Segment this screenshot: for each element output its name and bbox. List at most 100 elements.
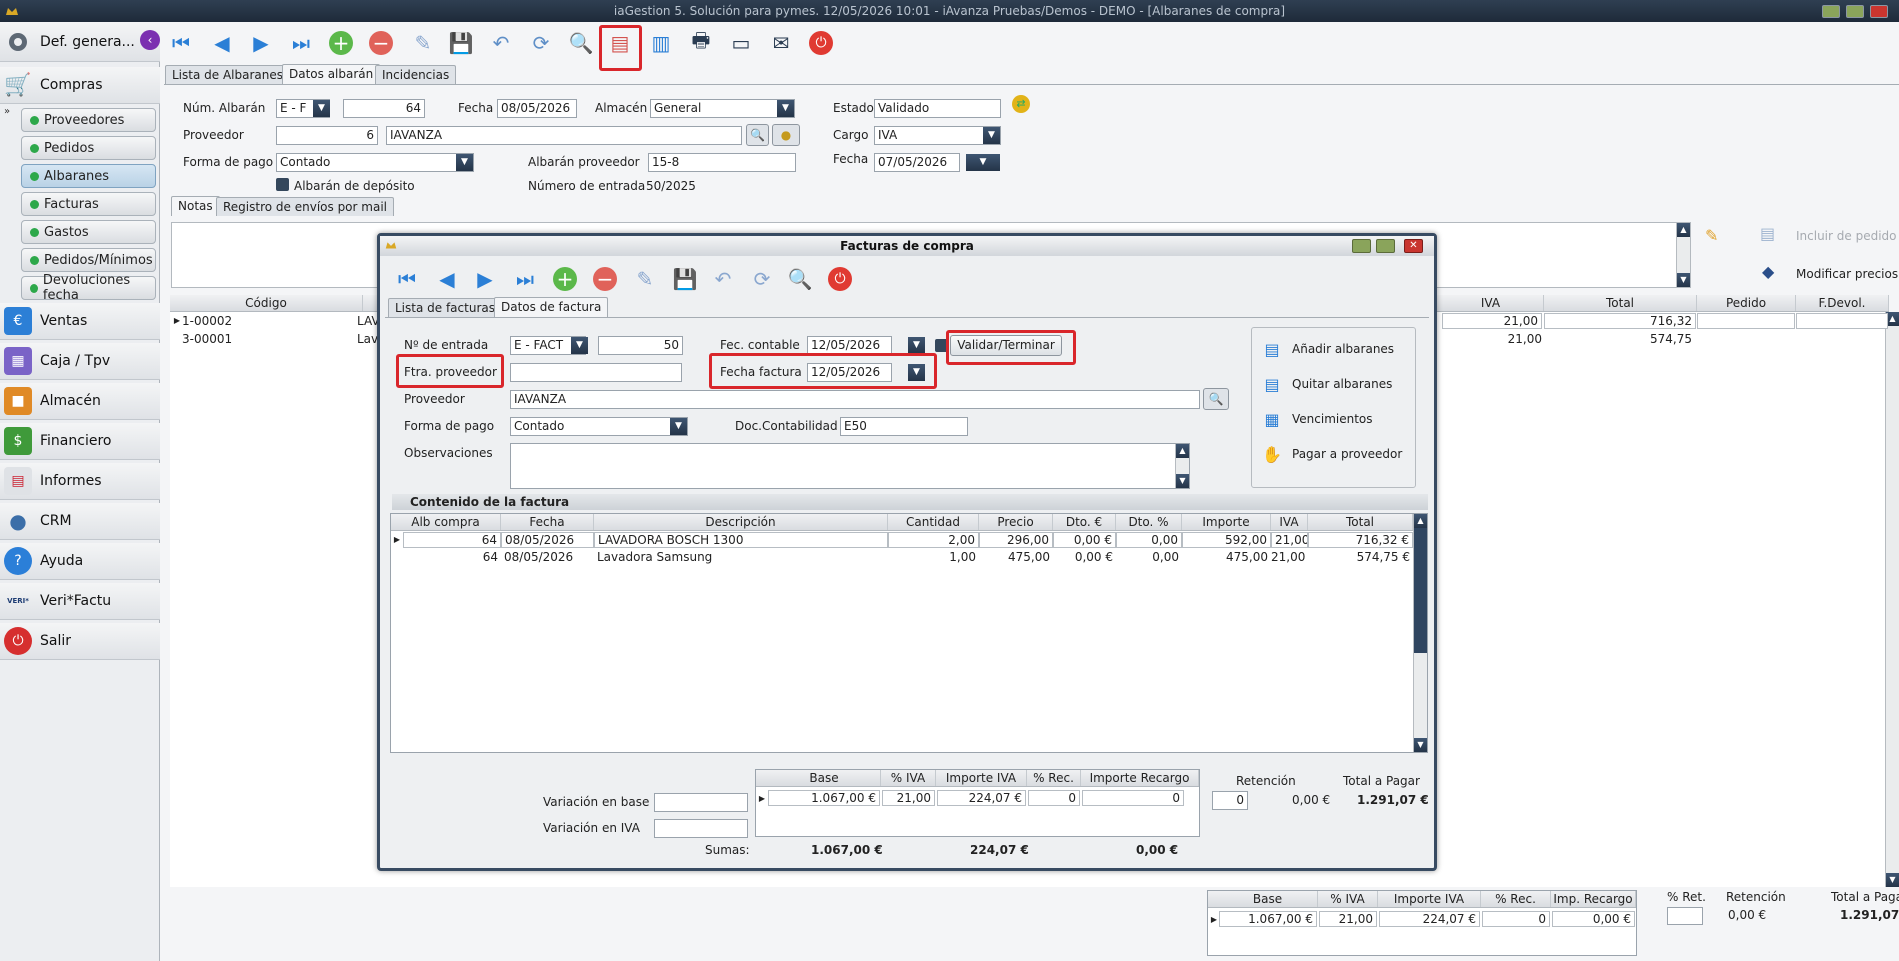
sidebar-item-almacen[interactable]: ■ Almacén [0, 383, 160, 420]
anadir-albaranes-button[interactable]: ▤ Añadir albaranes [1260, 334, 1394, 364]
albaran-deposito-checkbox[interactable] [276, 178, 289, 191]
sync-icon[interactable]: ⇄ [1012, 95, 1030, 113]
ftra-proveedor-field[interactable] [510, 363, 682, 382]
cargo-select[interactable]: IVA [874, 126, 1001, 145]
first-record-button[interactable]: ⏮ [392, 264, 422, 294]
refresh-button[interactable]: ⟳ [747, 264, 777, 294]
refresh-button[interactable]: ⟳ [526, 28, 556, 58]
close-module-button[interactable]: ⏻ [806, 28, 836, 58]
maximize-icon[interactable] [1846, 5, 1864, 18]
search-person-icon[interactable]: ● [772, 124, 800, 146]
chevron-down-icon[interactable]: ▼ [983, 127, 1000, 144]
table-row[interactable]: ▶ 64 08/05/2026 LAVADORA BOSCH 1300 2,00… [391, 532, 1413, 548]
sidebar-item-def-general[interactable]: Def. genera... [0, 22, 160, 62]
delete-button[interactable]: − [590, 264, 620, 294]
sidebar-item-gastos[interactable]: Gastos [21, 220, 156, 244]
fecha2-field[interactable]: 07/05/2026 [874, 153, 960, 172]
chevron-down-icon[interactable]: ▼ [966, 154, 1000, 171]
pencil-icon[interactable]: ✎ [1705, 226, 1718, 245]
search-icon[interactable]: 🔍 [1203, 388, 1229, 410]
ret-pct-field[interactable] [1667, 907, 1703, 925]
observaciones-textarea[interactable] [510, 443, 1190, 489]
proveedor-name-field[interactable]: IAVANZA [386, 126, 742, 145]
chevron-down-icon[interactable]: ▼ [670, 418, 687, 435]
sidebar-item-compras[interactable]: 🛒 Compras [0, 67, 160, 104]
proveedor-code-field[interactable]: 6 [276, 126, 378, 145]
print-button[interactable]: 🖶 [686, 28, 716, 58]
observaciones-scrollbar[interactable]: ▲ ▼ [1175, 444, 1189, 488]
expand-icon[interactable]: » [4, 106, 10, 117]
next-record-button[interactable]: ▶ [246, 28, 276, 58]
sidebar-item-ayuda[interactable]: ? Ayuda [0, 543, 160, 580]
search-icon[interactable]: 🔍 [746, 124, 769, 146]
collapse-sidebar-button[interactable]: ‹ [140, 30, 160, 50]
chevron-down-icon[interactable]: ▼ [908, 337, 925, 354]
variacion-iva-field[interactable] [654, 819, 748, 838]
invoice-lines-scrollbar[interactable]: ▲ ▼ [1413, 514, 1427, 752]
sidebar-item-caja-tpv[interactable]: ▦ Caja / Tpv [0, 343, 160, 380]
lines-grid-scrollbar[interactable]: ▲ ▼ [1885, 312, 1899, 887]
sidebar-item-ventas[interactable]: € Ventas [0, 303, 160, 340]
vencimientos-button[interactable]: ▦ Vencimientos [1260, 404, 1372, 434]
delete-button[interactable]: − [366, 28, 396, 58]
tools-button[interactable]: ✉ [766, 28, 796, 58]
search-list-button[interactable]: 🔍 [566, 28, 596, 58]
num-entrada-field[interactable]: 50 [598, 336, 683, 355]
modificar-precios-button[interactable]: Modificar precios [1796, 267, 1898, 281]
pagar-proveedor-button[interactable]: ✋ Pagar a proveedor [1260, 439, 1402, 469]
save-button[interactable]: 💾 [446, 28, 476, 58]
close-icon[interactable] [1870, 5, 1888, 18]
notes-scrollbar[interactable]: ▲ ▼ [1676, 223, 1690, 287]
chevron-down-icon[interactable]: ▼ [777, 100, 794, 117]
sidebar-item-salir[interactable]: ⏻ Salir [0, 623, 160, 660]
sidebar-item-informes[interactable]: ▤ Informes [0, 463, 160, 500]
sidebar-item-crm[interactable]: ● CRM [0, 503, 160, 540]
edit-document-button[interactable]: ✎ [408, 28, 438, 58]
sidebar-item-financiero[interactable]: $ Financiero [0, 423, 160, 460]
sidebar-item-facturas[interactable]: Facturas [21, 192, 156, 216]
previous-record-button[interactable]: ◀ [207, 28, 237, 58]
variacion-base-field[interactable] [654, 793, 748, 812]
previous-record-button[interactable]: ◀ [432, 264, 462, 294]
documents-button[interactable]: ▥ [646, 28, 676, 58]
retencion-field[interactable]: 0 [1212, 791, 1248, 810]
minimize-icon[interactable] [1352, 239, 1371, 253]
next-record-button[interactable]: ▶ [470, 264, 500, 294]
sidebar-item-devoluciones-fecha[interactable]: Devoluciones fecha [21, 273, 156, 303]
search-list-button[interactable]: 🔍 [785, 264, 815, 294]
tab-datos-albaran[interactable]: Datos albarán [282, 64, 381, 84]
incluir-pedido-button[interactable]: Incluir de pedido [1796, 229, 1897, 243]
maximize-icon[interactable] [1376, 239, 1395, 253]
doc-contabilidad-field[interactable]: E50 [840, 417, 968, 436]
forma-pago-select[interactable]: Contado [276, 153, 474, 172]
add-button[interactable]: + [550, 264, 580, 294]
num-albaran-field[interactable]: 64 [343, 99, 425, 118]
tab-notas[interactable]: Notas [171, 196, 220, 216]
tab-lista-albaranes[interactable]: Lista de Albaranes [165, 65, 290, 84]
close-module-button[interactable]: ⏻ [825, 264, 855, 294]
chevron-down-icon[interactable]: ▼ [313, 100, 330, 117]
save-button[interactable]: 💾 [670, 264, 700, 294]
sidebar-item-pedidos[interactable]: Pedidos [21, 136, 156, 160]
forma-pago-select[interactable]: Contado [510, 417, 688, 436]
add-button[interactable]: + [326, 28, 356, 58]
sidebar-item-verifactu[interactable]: VERI* Veri*Factu [0, 583, 160, 620]
last-record-button[interactable]: ⏭ [286, 28, 316, 58]
tab-lista-facturas[interactable]: Lista de facturas [388, 298, 502, 317]
minimize-icon[interactable] [1822, 5, 1840, 18]
tab-incidencias[interactable]: Incidencias [375, 65, 457, 84]
sidebar-item-proveedores[interactable]: Proveedores [21, 108, 156, 132]
table-row[interactable]: 64 08/05/2026 Lavadora Samsung 1,00 475,… [391, 549, 1413, 565]
undo-button[interactable]: ↶ [486, 28, 516, 58]
last-record-button[interactable]: ⏭ [510, 264, 540, 294]
almacen-select[interactable]: General [650, 99, 795, 118]
sidebar-item-albaranes[interactable]: Albaranes [21, 164, 156, 188]
albaran-proveedor-field[interactable]: 15-8 [648, 153, 796, 172]
edit-document-button[interactable]: ✎ [630, 264, 660, 294]
scrollbar-thumb[interactable] [1414, 528, 1427, 653]
tab-datos-factura[interactable]: Datos de factura [494, 297, 609, 317]
fecha-field[interactable]: 08/05/2026 [497, 99, 577, 118]
chevron-down-icon[interactable]: ▼ [456, 154, 473, 171]
card-button[interactable]: ▭ [726, 28, 756, 58]
close-icon[interactable]: ✕ [1404, 239, 1423, 253]
